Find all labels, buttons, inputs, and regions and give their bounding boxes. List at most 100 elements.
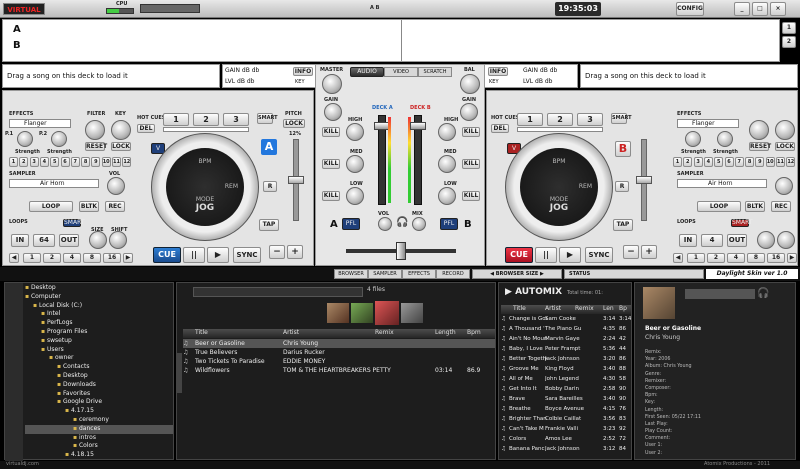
tree-item[interactable]: ▪ Program Files xyxy=(25,328,173,337)
pitch-b-slider[interactable] xyxy=(636,139,652,221)
sampler-pad-7[interactable]: 7 xyxy=(734,157,744,167)
sampler-pad-4[interactable]: 4 xyxy=(39,157,49,167)
sampler-b-select[interactable]: Air Horn xyxy=(677,179,767,188)
pfl-b-button[interactable]: PFL xyxy=(440,218,458,230)
col-remix[interactable]: Remix xyxy=(375,329,394,336)
tree-item[interactable]: ▪ Google Drive xyxy=(25,398,173,407)
wave-zoom-2[interactable]: 2 xyxy=(782,36,796,48)
loop-b-in-button[interactable]: IN xyxy=(679,234,697,247)
crossfader[interactable] xyxy=(346,242,456,260)
sampler-pad-2[interactable]: 2 xyxy=(683,157,693,167)
loop-double-button[interactable]: ▶ xyxy=(123,253,133,263)
maximize-button[interactable]: □ xyxy=(752,2,768,16)
automix-row[interactable]: ♫ Better Togethe Jack Johnson 3:20 86 xyxy=(501,355,631,365)
effect-param1-knob[interactable] xyxy=(17,131,33,147)
rec-button[interactable]: REC xyxy=(105,201,125,212)
tree-item[interactable]: ▪ swsetup xyxy=(25,337,173,346)
smart-loop-button[interactable]: SMART xyxy=(63,219,85,227)
tree-item[interactable]: ▪ Local Disk (C:) xyxy=(25,302,173,311)
tab-scratch[interactable]: SCRATCH xyxy=(418,67,452,77)
waveform-display[interactable]: A B xyxy=(2,19,780,62)
tree-item[interactable]: ▪ Desktop xyxy=(25,372,173,381)
eq-med-a-knob[interactable] xyxy=(346,155,364,173)
tab-record[interactable]: RECORD xyxy=(436,269,470,279)
hotcue-b-3-button[interactable]: 3 xyxy=(577,113,603,126)
jog-center[interactable]: BPM REM MODE JOG xyxy=(166,148,244,226)
config-button[interactable]: CONFIG xyxy=(676,2,704,16)
sampler-pad-12[interactable]: 12 xyxy=(786,157,796,167)
tree-item[interactable]: ▪ Colors xyxy=(25,442,173,451)
sampler-b-loop-button[interactable]: LOOP xyxy=(697,201,741,212)
pitch-lock-button[interactable]: LOCK xyxy=(283,119,305,128)
automix-col-title[interactable]: Title xyxy=(513,305,526,312)
preview-bar[interactable] xyxy=(685,289,755,299)
tree-item[interactable]: ▪ Users xyxy=(25,346,173,355)
play-button[interactable]: ▶ xyxy=(207,247,229,263)
tree-item[interactable]: ▪ PerfLogs xyxy=(25,319,173,328)
tree-item[interactable]: ▪ Computer xyxy=(25,293,173,302)
sampler-pad-10[interactable]: 10 xyxy=(765,157,775,167)
key-knob[interactable] xyxy=(111,120,131,140)
table-row[interactable]: ♫ True Believers Darius Rucker xyxy=(183,348,495,357)
jog-wheel[interactable]: BPM REM MODE JOG xyxy=(151,133,259,241)
sampler-pad-4[interactable]: 4 xyxy=(703,157,713,167)
sampler-pad-8[interactable]: 8 xyxy=(81,157,91,167)
loop-b-out-button[interactable]: OUT xyxy=(727,234,747,247)
sampler-select[interactable]: Air Horn xyxy=(9,179,99,188)
eq-high-a-knob[interactable] xyxy=(346,123,364,141)
eq-low-a-knob[interactable] xyxy=(346,187,364,205)
tree-item[interactable]: ▪ Desktop xyxy=(25,284,173,293)
sync-button[interactable]: SYNC xyxy=(233,247,261,263)
kill-high-b[interactable]: KILL xyxy=(462,127,480,137)
tab-browser[interactable]: BROWSER xyxy=(334,269,368,279)
filter-knob[interactable] xyxy=(85,120,105,140)
loop-b-size-knob[interactable] xyxy=(757,231,775,249)
table-row[interactable]: ♫ Two Tickets To Paradise EDDIE MONEY xyxy=(183,357,495,366)
automix-row[interactable]: ♫ Colors Amos Lee 2:52 72 xyxy=(501,435,631,445)
loop-out-button[interactable]: OUT xyxy=(59,234,79,247)
loop-length-8[interactable]: 8 xyxy=(83,253,101,263)
hotcue-b-2-button[interactable]: 2 xyxy=(547,113,573,126)
tree-item[interactable]: ▪ Intel xyxy=(25,310,173,319)
eq-low-b-knob[interactable] xyxy=(438,187,456,205)
deck-a-info-button[interactable]: INFO xyxy=(293,67,313,76)
tree-item[interactable]: ▪ ceremony xyxy=(25,416,173,425)
deck-b-info-button[interactable]: INFO xyxy=(488,67,508,76)
pause-b-button[interactable]: || xyxy=(535,247,557,263)
pitch-b-plus-button[interactable]: + xyxy=(641,245,657,259)
hotcue-1-button[interactable]: 1 xyxy=(163,113,189,126)
play-b-button[interactable]: ▶ xyxy=(559,247,581,263)
sampler-pad-5[interactable]: 5 xyxy=(714,157,724,167)
automix-row[interactable]: ♫ Brave Sara Bareilles 3:40 90 xyxy=(501,395,631,405)
volume-fader-a[interactable] xyxy=(374,115,390,205)
effect-b-param1-knob[interactable] xyxy=(685,131,701,147)
sampler-pad-11[interactable]: 11 xyxy=(776,157,785,167)
pause-button[interactable]: || xyxy=(183,247,205,263)
status-tab[interactable]: STATUS xyxy=(564,269,704,279)
close-button[interactable]: × xyxy=(770,2,786,16)
automix-row[interactable]: ♫ Brighter Than Colbie Caillat 3:56 83 xyxy=(501,415,631,425)
sampler-pad-9[interactable]: 9 xyxy=(755,157,765,167)
tree-item[interactable]: ▪ intros xyxy=(25,434,173,443)
automix-row[interactable]: ♫ Ain't No Moun Marvin Gaye 2:24 42 xyxy=(501,335,631,345)
automix-col-artist[interactable]: Artist xyxy=(545,305,561,312)
automix-row[interactable]: ♫ Baby, I Love Peter Frampt 5:36 44 xyxy=(501,345,631,355)
automix-col-remix[interactable]: Remix xyxy=(575,305,594,312)
preview-headphones-icon[interactable]: 🎧 xyxy=(757,288,769,299)
loop-halve-button[interactable]: ◀ xyxy=(673,253,683,263)
sampler-pad-2[interactable]: 2 xyxy=(19,157,29,167)
key-b-knob[interactable] xyxy=(775,120,795,140)
kill-med-a[interactable]: KILL xyxy=(322,159,340,169)
tree-item[interactable]: ▪ dances xyxy=(25,424,173,434)
automix-row[interactable]: ♫ Banana Panc Jack Johnson 3:12 84 xyxy=(501,445,631,455)
gain-a-knob[interactable] xyxy=(324,103,342,121)
effect-select[interactable]: Flanger xyxy=(9,119,71,128)
effect-b-select[interactable]: Flanger xyxy=(677,119,739,128)
rec-b-button[interactable]: REC xyxy=(771,201,791,212)
tree-item[interactable]: ▪ 4.17.15 xyxy=(25,407,173,416)
tab-effects[interactable]: EFFECTS xyxy=(402,269,436,279)
bltk-b-button[interactable]: BLTK xyxy=(745,201,765,212)
sampler-pad-6[interactable]: 6 xyxy=(724,157,734,167)
loop-size-knob[interactable] xyxy=(89,231,107,249)
tab-video[interactable]: VIDEO xyxy=(384,67,418,77)
